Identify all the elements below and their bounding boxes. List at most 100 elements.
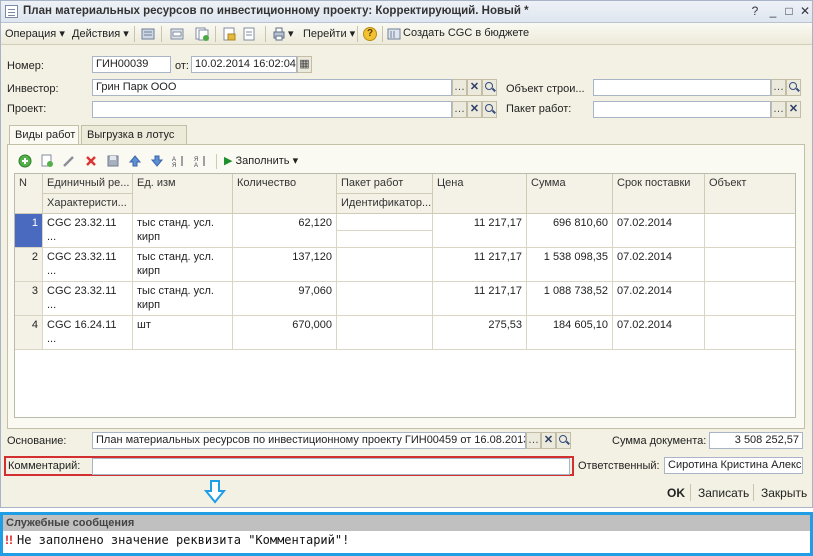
row-work-package[interactable] (337, 214, 433, 231)
form-icon[interactable] (170, 27, 184, 41)
row-work-package[interactable] (337, 282, 433, 316)
column-header-work-package[interactable]: Пакет работ (337, 174, 433, 194)
sort-ascending-icon[interactable]: AЯ (172, 154, 186, 168)
column-header-sum[interactable]: Сумма (527, 174, 613, 214)
operation-menu[interactable]: Операция ▾ (5, 27, 65, 40)
row-quantity[interactable]: 97,060 (233, 282, 337, 316)
row-price[interactable]: 275,53 (433, 316, 527, 350)
row-uom[interactable]: тыс станд. усл. кирп (133, 248, 233, 282)
close-window-button[interactable]: ✕ (797, 4, 813, 19)
column-header-unit-price[interactable]: Единичный ре... (43, 174, 133, 194)
open-search-icon[interactable] (786, 79, 801, 96)
select-ellipsis-icon[interactable]: … (452, 79, 467, 96)
comment-field[interactable] (92, 458, 570, 475)
row-quantity[interactable]: 670,000 (233, 316, 337, 350)
column-header-quantity[interactable]: Количество (233, 174, 337, 214)
copy-document-icon[interactable] (195, 27, 209, 41)
row-delivery-date[interactable]: 07.02.2014 (613, 282, 705, 316)
print-icon[interactable] (272, 27, 286, 41)
close-button[interactable]: Закрыть (761, 486, 807, 500)
select-ellipsis-icon[interactable]: … (771, 79, 786, 96)
row-sum[interactable]: 1 088 738,52 (527, 282, 613, 316)
open-search-icon[interactable] (482, 79, 497, 96)
row-uom[interactable]: тыс станд. усл. кирп (133, 214, 233, 248)
row-work-package[interactable] (337, 248, 433, 282)
clear-icon[interactable]: ✕ (467, 79, 482, 96)
row-object[interactable] (705, 214, 795, 248)
row-identifier[interactable] (337, 231, 433, 248)
row-uom[interactable]: тыс станд. усл. кирп (133, 282, 233, 316)
edit-row-icon[interactable] (62, 154, 76, 168)
row-number[interactable]: 2 (15, 248, 43, 282)
tab-work-types[interactable]: Виды работ (9, 125, 79, 146)
calendar-icon[interactable]: ▦ (297, 56, 312, 73)
save-row-icon[interactable] (106, 154, 120, 168)
post-document-icon[interactable] (222, 27, 236, 41)
add-row-icon[interactable] (18, 154, 32, 168)
maximize-button[interactable]: □ (781, 4, 797, 19)
column-header-n[interactable]: N (15, 174, 43, 214)
message-line[interactable]: !! Не заполнено значение реквизита "Комме… (5, 533, 349, 547)
row-code[interactable]: CGC 23.32.11 ... (43, 214, 133, 248)
clear-icon[interactable]: ✕ (786, 101, 801, 118)
clear-icon[interactable]: ✕ (541, 432, 556, 449)
row-object[interactable] (705, 248, 795, 282)
date-field[interactable]: 10.02.2014 16:02:04 (191, 56, 297, 73)
print-dropdown-chevron-icon[interactable]: ▾ (288, 27, 294, 40)
open-search-icon[interactable] (482, 101, 497, 118)
number-field[interactable]: ГИН00039 (92, 56, 171, 73)
move-up-icon[interactable] (128, 154, 142, 168)
open-search-icon[interactable] (556, 432, 571, 449)
row-delivery-date[interactable]: 07.02.2014 (613, 248, 705, 282)
tab-lotus-export[interactable]: Выгрузка в лотус (81, 125, 187, 145)
row-code[interactable]: CGC 23.32.11 ... (43, 248, 133, 282)
basis-field[interactable]: План материальных ресурсов по инвестицио… (92, 432, 526, 449)
fill-menu[interactable]: ▶ Заполнить ▾ (224, 154, 298, 167)
row-work-package[interactable] (337, 316, 433, 350)
help-window-button[interactable]: ? (747, 4, 763, 19)
ok-button[interactable]: OK (667, 486, 685, 500)
column-header-uom[interactable]: Ед. изм (133, 174, 233, 214)
sort-descending-icon[interactable]: ЯA (194, 154, 208, 168)
row-price[interactable]: 11 217,17 (433, 282, 527, 316)
workpack-field[interactable] (593, 101, 771, 118)
column-header-identifier[interactable]: Идентификатор... (337, 194, 433, 214)
unpost-document-icon[interactable] (242, 27, 256, 41)
project-field[interactable] (92, 101, 452, 118)
object-field[interactable] (593, 79, 771, 96)
row-sum[interactable]: 696 810,60 (527, 214, 613, 248)
row-object[interactable] (705, 316, 795, 350)
select-ellipsis-icon[interactable]: … (526, 432, 541, 449)
select-ellipsis-icon[interactable]: … (771, 101, 786, 118)
help-icon[interactable]: ? (363, 27, 377, 41)
row-sum[interactable]: 184 605,10 (527, 316, 613, 350)
row-code[interactable]: CGC 23.32.11 ... (43, 282, 133, 316)
row-object[interactable] (705, 282, 795, 316)
row-uom[interactable]: шт (133, 316, 233, 350)
save-button[interactable]: Записать (698, 486, 749, 500)
clear-icon[interactable]: ✕ (467, 101, 482, 118)
row-number[interactable]: 1 (15, 214, 43, 248)
row-delivery-date[interactable]: 07.02.2014 (613, 316, 705, 350)
column-header-delivery-date[interactable]: Срок поставки (613, 174, 705, 214)
row-delivery-date[interactable]: 07.02.2014 (613, 214, 705, 248)
row-quantity[interactable]: 137,120 (233, 248, 337, 282)
move-down-icon[interactable] (150, 154, 164, 168)
column-header-price[interactable]: Цена (433, 174, 527, 214)
row-number[interactable]: 4 (15, 316, 43, 350)
column-header-characteristic[interactable]: Характеристи... (43, 194, 133, 214)
row-price[interactable]: 11 217,17 (433, 214, 527, 248)
minimize-button[interactable]: _ (765, 4, 781, 19)
create-cgc-button[interactable]: Создать CGC в бюджете (403, 27, 529, 39)
row-number[interactable]: 3 (15, 282, 43, 316)
actions-menu[interactable]: Действия ▾ (72, 27, 129, 40)
row-code[interactable]: CGC 16.24.11 ... (43, 316, 133, 350)
select-ellipsis-icon[interactable]: … (452, 101, 467, 118)
list-icon[interactable] (141, 27, 155, 41)
responsible-field[interactable]: Сиротина Кристина Алекс (664, 457, 803, 474)
goto-menu[interactable]: Перейти ▾ (303, 27, 355, 40)
delete-row-icon[interactable] (84, 154, 98, 168)
row-price[interactable]: 11 217,17 (433, 248, 527, 282)
investor-field[interactable]: Грин Парк ООО (92, 79, 452, 96)
column-header-object[interactable]: Объект (705, 174, 795, 214)
